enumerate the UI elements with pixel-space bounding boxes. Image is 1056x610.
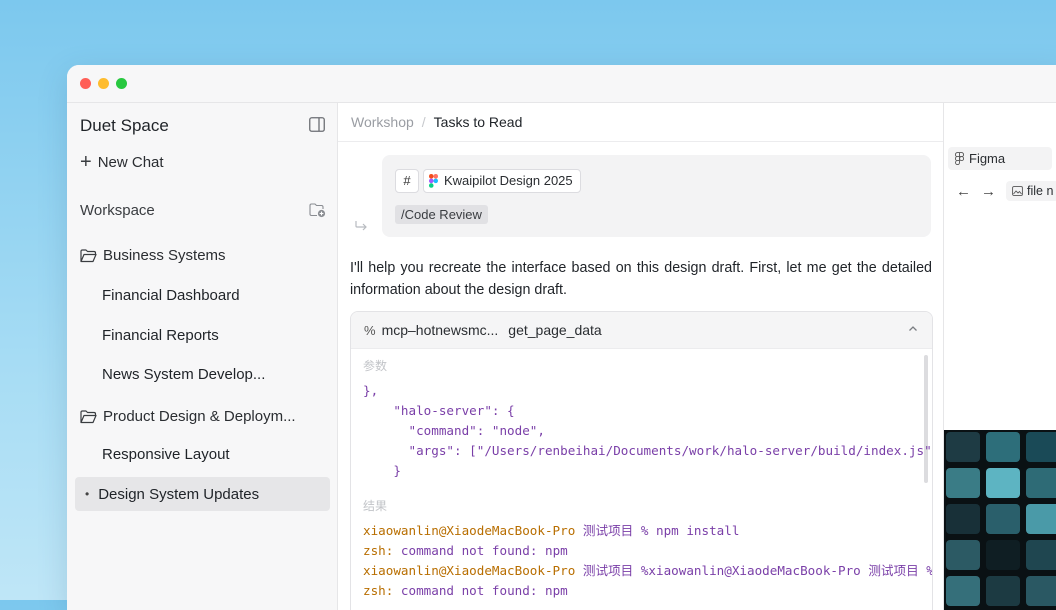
figma-file-chip[interactable]: Kwaipilot Design 2025 bbox=[423, 169, 581, 193]
sidebar-item-responsive-layout[interactable]: Responsive Layout bbox=[102, 446, 230, 463]
forward-arrow-icon[interactable]: → bbox=[981, 183, 996, 200]
toggle-sidebar-icon[interactable] bbox=[309, 117, 325, 132]
folder-icon bbox=[80, 248, 97, 262]
sidebar-item-financial-reports[interactable]: Financial Reports bbox=[102, 327, 219, 344]
params-line: }, bbox=[363, 383, 379, 398]
back-arrow-icon[interactable]: ← bbox=[956, 183, 971, 200]
title-bar bbox=[67, 65, 1056, 103]
folder-product-design[interactable]: Product Design & Deploym... bbox=[80, 408, 296, 425]
params-line: "halo-server": { bbox=[363, 403, 515, 418]
sidebar-item-news-system[interactable]: News System Develop... bbox=[102, 366, 265, 383]
figma-outline-icon bbox=[955, 152, 964, 165]
active-bullet-icon: • bbox=[85, 487, 90, 501]
folder-icon bbox=[80, 409, 97, 423]
assistant-message: I'll help you recreate the interface bas… bbox=[350, 260, 932, 298]
close-window-button[interactable] bbox=[80, 78, 91, 89]
params-line: "args": ["/Users/renbeihai/Documents/wor… bbox=[363, 443, 933, 458]
tool-call-body: 参数 }, "halo-server": { "command": "node"… bbox=[351, 349, 932, 610]
plus-icon: + bbox=[80, 151, 92, 173]
reply-icon[interactable] bbox=[354, 219, 368, 231]
command-chip[interactable]: /Code Review bbox=[395, 205, 488, 224]
new-chat-button[interactable]: + New Chat bbox=[80, 151, 164, 173]
tool-function-name: get_page_data bbox=[508, 322, 602, 338]
app-title: Duet Space bbox=[80, 116, 169, 135]
chat-main: Workshop / Tasks to Read # Kwaipilot Des… bbox=[338, 103, 1056, 610]
params-line: } bbox=[363, 463, 401, 478]
chevron-up-icon[interactable] bbox=[908, 322, 918, 336]
sidebar-item-label: Design System Updates bbox=[98, 485, 260, 503]
tool-call-header[interactable]: % mcp–hotnewsmc... get_page_data bbox=[351, 312, 932, 349]
app-window: Duet Space + New Chat Workspace Business… bbox=[67, 65, 1056, 610]
figma-file-label: Kwaipilot Design 2025 bbox=[444, 173, 573, 188]
design-preview-image bbox=[944, 430, 1056, 610]
figma-panel: Figma ← → file n bbox=[943, 103, 1056, 610]
tab-figma-label: Figma bbox=[969, 151, 1006, 166]
breadcrumb-parent[interactable]: Workshop bbox=[351, 114, 414, 130]
params-line: "command": "node", bbox=[363, 423, 545, 438]
result-line: zsh: command not found: npm bbox=[363, 583, 568, 598]
tool-call-card: % mcp–hotnewsmc... get_page_data 参数 }, "… bbox=[350, 311, 933, 610]
folder-label: Product Design & Deploym... bbox=[103, 408, 296, 425]
workspace-label: Workspace bbox=[80, 202, 155, 219]
tab-figma[interactable]: Figma bbox=[948, 147, 1052, 170]
panel-nav: ← → file n bbox=[956, 181, 1056, 201]
breadcrumb-separator: / bbox=[421, 114, 426, 130]
sidebar: Duet Space + New Chat Workspace Business… bbox=[67, 103, 338, 610]
hash-chip[interactable]: # bbox=[395, 169, 419, 193]
zoom-window-button[interactable] bbox=[116, 78, 127, 89]
sidebar-item-financial-dashboard[interactable]: Financial Dashboard bbox=[102, 287, 240, 304]
image-icon bbox=[1012, 186, 1023, 196]
sidebar-item-design-system-updates[interactable]: • Design System Updates bbox=[75, 477, 330, 511]
link-icon: % bbox=[364, 322, 376, 338]
result-line: xiaowanlin@XiaodeMacBook-Pro 测试项目 % npm … bbox=[363, 523, 740, 538]
result-label: 结果 bbox=[363, 499, 388, 513]
folder-label: Business Systems bbox=[103, 247, 226, 264]
folder-business-systems[interactable]: Business Systems bbox=[80, 247, 226, 264]
result-line: xiaowanlin@XiaodeMacBook-Pro 测试项目 %xiaow… bbox=[363, 563, 933, 578]
tool-server-name: mcp–hotnewsmc... bbox=[381, 322, 499, 338]
add-folder-icon[interactable] bbox=[309, 202, 326, 218]
new-chat-label: New Chat bbox=[97, 153, 164, 171]
scrollbar[interactable] bbox=[924, 355, 928, 483]
file-chip-label: file n bbox=[1027, 184, 1054, 198]
result-line: zsh: command not found: npm bbox=[363, 543, 568, 558]
breadcrumb-current: Tasks to Read bbox=[433, 114, 523, 130]
minimize-window-button[interactable] bbox=[98, 78, 109, 89]
figma-icon bbox=[429, 174, 438, 188]
file-chip[interactable]: file n bbox=[1006, 181, 1056, 201]
params-label: 参数 bbox=[363, 359, 388, 373]
user-message: # Kwaipilot Design 2025 /Code Review bbox=[382, 155, 931, 237]
